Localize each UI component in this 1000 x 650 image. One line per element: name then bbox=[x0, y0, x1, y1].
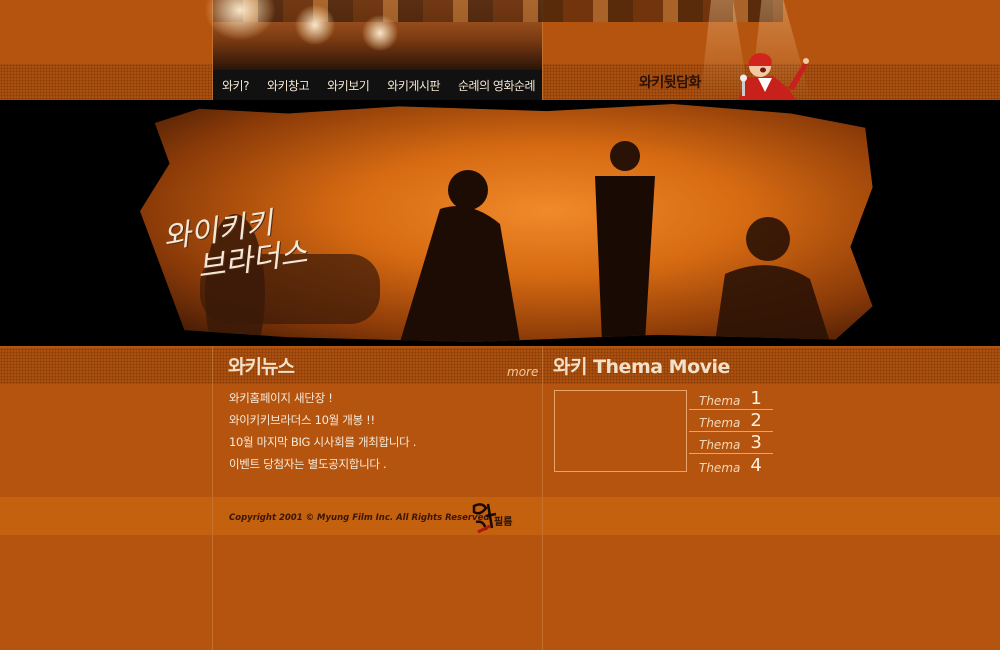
main-nav: 와키? 와키창고 와키보기 와키게시판 순례의 영화순례 bbox=[213, 70, 542, 100]
thema-number: 4 bbox=[750, 455, 762, 476]
news-item[interactable]: 10월 마지막 BIG 시사회를 개최합니다 . bbox=[229, 434, 416, 456]
news-item[interactable]: 이벤트 당첨자는 별도공지합니다 . bbox=[229, 456, 416, 478]
thema-number: 3 bbox=[750, 432, 762, 453]
news-more-link[interactable]: more bbox=[507, 365, 538, 379]
thema-word: Thema bbox=[699, 416, 741, 430]
spotlight-icon bbox=[295, 5, 335, 45]
thema-word: Thema bbox=[699, 438, 741, 452]
thema-section-title: 와키 Thema Movie bbox=[553, 356, 730, 378]
thema-item-1[interactable]: Thema 1 bbox=[689, 388, 773, 410]
hero-banner: 와이키키 브라더스 bbox=[0, 100, 1000, 346]
thema-word: Thema bbox=[699, 461, 741, 475]
copyright-text: Copyright 2001 © Myung Film Inc. All Rig… bbox=[229, 513, 493, 523]
news-section-title: 와키뉴스 bbox=[228, 356, 295, 378]
nav-item-view[interactable]: 와키보기 bbox=[318, 77, 378, 94]
news-item[interactable]: 와이키키브라더스 10월 개봉 !! bbox=[229, 412, 416, 434]
nav-item-pilgrimage[interactable]: 순례의 영화순례 bbox=[449, 77, 544, 94]
news-list: 와키홈페이지 새단장 ! 와이키키브라더스 10월 개봉 !! 10월 마지막 … bbox=[229, 390, 416, 478]
thema-word: Thema bbox=[699, 394, 741, 408]
thema-preview-box bbox=[554, 390, 687, 472]
thema-list: Thema 1 Thema 2 Thema 3 Thema 4 bbox=[689, 388, 773, 476]
nav-item-waki[interactable]: 와키? bbox=[213, 77, 258, 94]
thema-number: 2 bbox=[750, 410, 762, 431]
thema-item-4[interactable]: Thema 4 bbox=[689, 454, 773, 476]
mid-texture-band bbox=[0, 348, 1000, 384]
thema-item-3[interactable]: Thema 3 bbox=[689, 432, 773, 454]
nav-item-storage[interactable]: 와키창고 bbox=[258, 77, 318, 94]
singer-mascot-icon[interactable] bbox=[718, 48, 818, 100]
mascot-link-label[interactable]: 와키뒷담화 bbox=[639, 72, 701, 92]
spotlight-icon bbox=[362, 15, 398, 51]
news-item[interactable]: 와키홈페이지 새단장 ! bbox=[229, 390, 416, 412]
thema-number: 1 bbox=[750, 388, 762, 409]
logo-text: 필름 bbox=[494, 517, 513, 528]
nav-item-board[interactable]: 와키게시판 bbox=[378, 77, 449, 94]
thema-item-2[interactable]: Thema 2 bbox=[689, 410, 773, 432]
